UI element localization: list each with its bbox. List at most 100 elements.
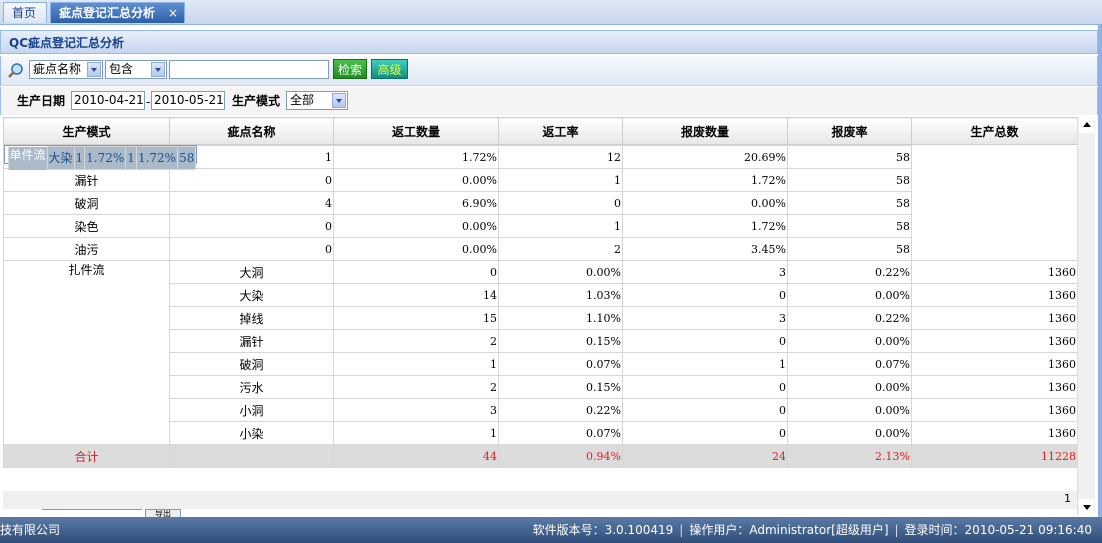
search-field-value: 疵点名称 [33, 62, 82, 76]
table-row[interactable]: 扎件流 大洞 0 0.00% 3 0.22% 1360 [3, 260, 1077, 445]
current-user: 操作用户：Administrator[超级用户] [689, 523, 889, 537]
total-row[interactable]: 合计 44 0.94% 24 2.13% 11228 [3, 444, 1077, 468]
table-cell: 1360 [911, 306, 1077, 330]
table-cell: 破洞 [3, 191, 170, 215]
table-cell: 大洞 [169, 260, 334, 284]
total-scrap-qty: 24 [622, 444, 788, 468]
tab-home[interactable]: 首页 [3, 2, 47, 23]
scroll-up-icon[interactable] [1079, 117, 1094, 133]
table-row[interactable]: 油污 0 0.00% 2 3.45% 58 [3, 237, 1078, 261]
table-row[interactable]: 染色 0 0.00% 1 1.72% 58 [3, 214, 1078, 238]
total-label: 合计 [3, 444, 170, 468]
total-cell-empty [169, 444, 334, 468]
table-cell: 0 [622, 398, 788, 422]
search-button[interactable]: 检索 [333, 59, 367, 79]
table-cell: 58 [787, 191, 912, 215]
table-cell: 0.00% [787, 329, 912, 353]
table-row[interactable]: 单件流 大染 1 1.72% 1 1.72% 58 [3, 145, 198, 170]
table-cell: 58 [787, 168, 912, 192]
table-cell: 0 [169, 214, 334, 238]
table-cell: 0.00% [333, 214, 499, 238]
table-cell: 0 [169, 237, 334, 261]
column-header-rework-rate[interactable]: 返工率 [498, 117, 623, 145]
table-cell: 3 [622, 260, 788, 284]
table-cell: 1 [125, 146, 137, 170]
table-cell: 0 [622, 329, 788, 353]
tab-bar: 首页 疵点登记汇总分析 × [0, 0, 1102, 25]
table-cell: 大染 [169, 283, 334, 307]
chevron-down-icon [87, 62, 101, 77]
total-rework-rate: 0.94% [498, 444, 623, 468]
table-cell: 0.07% [787, 352, 912, 376]
table-cell: 漏针 [3, 168, 170, 192]
tab-home-label: 首页 [12, 6, 37, 20]
table-cell: 1.72% [84, 146, 127, 170]
table-cell: 58 [787, 237, 912, 261]
tab-defect-summary[interactable]: 疵点登记汇总分析 × [50, 2, 185, 23]
table-cell: 小洞 [169, 398, 334, 422]
column-header-defect-name[interactable]: 疵点名称 [169, 117, 334, 145]
search-input[interactable] [169, 60, 329, 79]
table-cell: 0.00% [787, 375, 912, 399]
pager-bar: 1 [3, 491, 1077, 509]
total-scrap-rate: 2.13% [787, 444, 912, 468]
column-header-scrap-rate[interactable]: 报废率 [787, 117, 912, 145]
table-cell: 1360 [911, 352, 1077, 376]
table-cell: 1360 [911, 329, 1077, 353]
column-header-rework-qty[interactable]: 返工数量 [333, 117, 499, 145]
table-cell: 12 [498, 145, 623, 169]
table-cell: 油污 [3, 237, 170, 261]
advanced-search-button[interactable]: 高级 [371, 59, 408, 79]
close-icon[interactable]: × [168, 3, 178, 24]
table-row[interactable]: 破洞 4 6.90% 0 0.00% 58 [3, 191, 1078, 215]
table-cell: 2 [333, 329, 499, 353]
summary-table: 生产模式 疵点名称 返工数量 返工率 报废数量 报废率 生产总数 单件流 大染 1 1… [3, 117, 1077, 468]
table-cell: 0 [622, 421, 788, 445]
table-cell: 0.00% [333, 237, 499, 261]
panel-title: QC疵点登记汇总分析 [0, 30, 1098, 54]
table-cell: 1 [333, 421, 499, 445]
table-cell: 1.72% [333, 145, 499, 169]
table-cell: 1 [73, 146, 86, 170]
table-cell: 2 [498, 237, 623, 261]
group-cell: 扎件流 [3, 260, 170, 445]
production-date-label: 生产日期 [17, 94, 66, 108]
table-cell: 1.10% [498, 306, 623, 330]
chevron-down-icon [151, 62, 165, 77]
table-cell: 0.00% [333, 168, 499, 192]
search-icon [8, 63, 23, 78]
date-to-field[interactable]: 2010-05-21 [151, 91, 225, 110]
scroll-down-icon[interactable] [1079, 499, 1094, 515]
table-cell: 0.07% [498, 421, 623, 445]
column-header-mode[interactable]: 生产模式 [3, 117, 170, 145]
production-mode-label: 生产模式 [232, 94, 281, 108]
table-cell: 0.00% [787, 421, 912, 445]
table-cell: 0 [622, 375, 788, 399]
table-cell: 3.45% [622, 237, 788, 261]
date-from-field[interactable]: 2010-04-21 [71, 91, 145, 110]
column-header-total-qty[interactable]: 生产总数 [911, 117, 1077, 145]
table-cell: 1360 [911, 375, 1077, 399]
vertical-scrollbar[interactable] [1077, 117, 1095, 515]
table-cell: 1.72% [622, 168, 788, 192]
table-cell: 0 [169, 168, 334, 192]
table-cell: 1360 [911, 421, 1077, 445]
table-row[interactable]: 漏针 0 0.00% 1 1.72% 58 [3, 168, 1078, 192]
search-field-select[interactable]: 疵点名称 [29, 60, 103, 79]
table-cell: 0 [622, 283, 788, 307]
status-bar: 技有限公司 软件版本号：3.0.100419 | 操作用户：Administrato… [0, 517, 1102, 543]
table-cell: 0 [333, 260, 499, 284]
pager-field[interactable] [42, 509, 142, 513]
production-mode-select[interactable]: 全部 [286, 91, 348, 110]
table-cell: 0.15% [498, 375, 623, 399]
table-cell: 1.03% [498, 283, 623, 307]
table-cell: 1.72% [135, 146, 179, 170]
group-cell: 单件流 [7, 146, 48, 170]
total-rework-qty: 44 [333, 444, 499, 468]
search-operator-select[interactable]: 包含 [105, 60, 167, 79]
table-cell: 小染 [169, 421, 334, 445]
total-total-qty: 11228 [911, 444, 1077, 468]
column-header-scrap-qty[interactable]: 报废数量 [622, 117, 788, 145]
table-cell: 掉线 [169, 306, 334, 330]
table-cell: 1360 [911, 283, 1077, 307]
